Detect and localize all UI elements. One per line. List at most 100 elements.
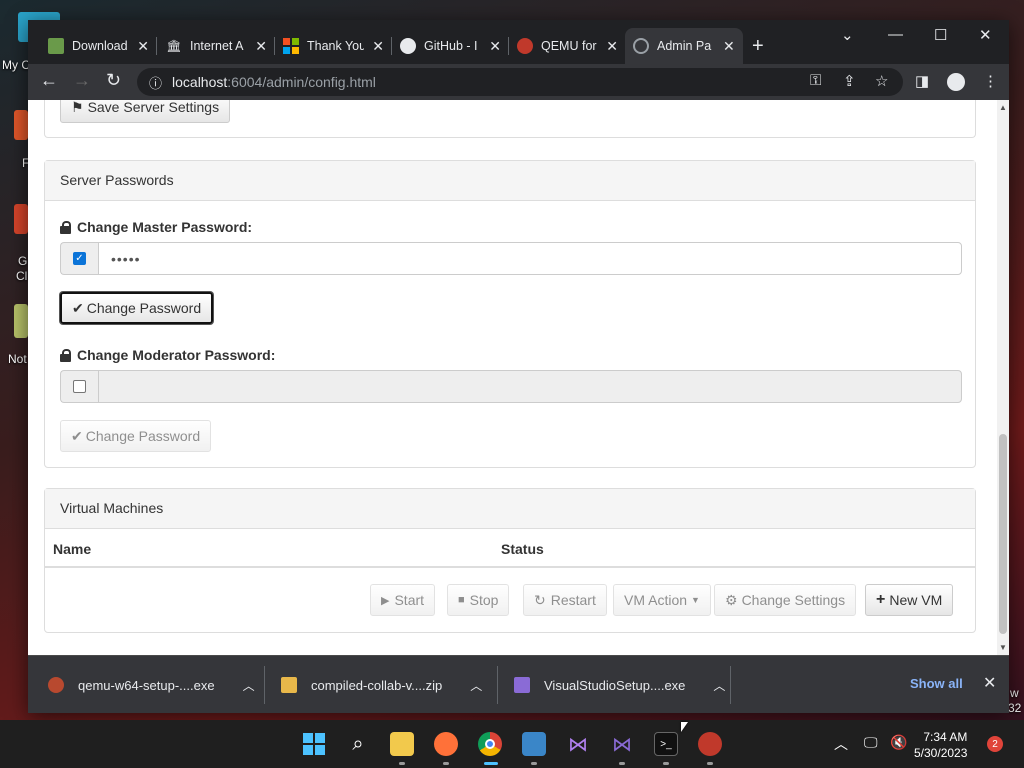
close-icon[interactable]: ✕	[255, 38, 267, 55]
minimize-icon[interactable]: —	[888, 26, 903, 43]
chevron-up-icon[interactable]: ︿	[834, 734, 848, 754]
tab-qemu[interactable]: QEMU for ✕	[509, 28, 626, 64]
restart-icon: ↻	[534, 591, 546, 608]
desktop-label: Cl	[16, 269, 28, 283]
qemu-installer-icon	[48, 677, 64, 693]
master-password-value: •••••	[111, 250, 141, 267]
vm-action-dropdown[interactable]: VM Action ▼	[613, 584, 711, 616]
close-icon[interactable]: ✕	[606, 38, 618, 55]
chevron-up-icon[interactable]: ︿	[243, 677, 255, 694]
close-downloads-icon[interactable]: ✕	[983, 673, 996, 693]
close-icon[interactable]: ✕	[372, 38, 384, 55]
plus-icon: +	[876, 591, 886, 608]
tab-title: Download	[72, 39, 128, 53]
tab-internet-archive[interactable]: 🏛 Internet A ✕	[158, 28, 275, 64]
server-passwords-heading: Server Passwords	[45, 161, 975, 201]
running-indicator	[663, 762, 669, 765]
control-panel-icon[interactable]	[522, 732, 546, 756]
address-bar[interactable]: ⓘ localhost:6004/admin/config.html	[137, 68, 903, 96]
tab-title: GitHub - I	[424, 39, 478, 53]
chevron-up-icon[interactable]: ︿	[713, 677, 725, 694]
column-name[interactable]: Name	[53, 541, 91, 557]
bookmark-star-icon[interactable]: ☆	[875, 72, 888, 90]
running-indicator	[443, 762, 449, 765]
checkmark-icon: ✔	[72, 299, 84, 316]
network-icon[interactable]: 🖵	[864, 734, 878, 751]
file-explorer-icon[interactable]	[390, 732, 414, 756]
master-password-input[interactable]: •••••	[98, 242, 962, 275]
chevron-up-icon[interactable]: ︿	[470, 677, 482, 694]
qemu-icon	[517, 38, 533, 54]
scroll-up-icon[interactable]: ▲	[999, 103, 1007, 112]
close-icon[interactable]: ✕	[489, 38, 501, 55]
close-icon[interactable]: ✕	[723, 38, 735, 55]
back-icon[interactable]: ←	[40, 70, 58, 91]
visual-studio-installer-icon[interactable]: ⋈	[610, 732, 634, 756]
restart-button[interactable]: ↻ Restart	[523, 584, 607, 616]
virtual-machines-heading: Virtual Machines	[45, 489, 975, 529]
desktop-icon-notepad[interactable]	[14, 304, 28, 338]
start-button[interactable]: ▶ Start	[370, 584, 436, 616]
checkmark-icon: ✔	[71, 427, 83, 444]
running-indicator	[619, 762, 625, 765]
key-icon[interactable]: ⚿	[810, 72, 821, 89]
restart-label: Restart	[550, 592, 596, 608]
change-settings-button[interactable]: ⚙ Change Settings	[714, 584, 857, 616]
page-scrollbar[interactable]: ▲ ▼	[997, 100, 1009, 655]
show-all-downloads-link[interactable]: Show all	[910, 676, 963, 691]
tab-title: Internet A	[190, 39, 244, 53]
close-icon[interactable]: ✕	[137, 38, 149, 55]
running-indicator	[707, 762, 713, 765]
change-moderator-password-button[interactable]: ✔ Change Password	[60, 420, 212, 452]
volume-muted-icon[interactable]: 🔇	[890, 734, 907, 751]
scrollbar-thumb[interactable]	[999, 434, 1007, 634]
tab-download[interactable]: Download ✕	[40, 28, 157, 64]
notification-badge[interactable]: 2	[987, 736, 1003, 752]
system-clock[interactable]: 7:34 AM 5/30/2023	[914, 729, 967, 761]
forward-icon[interactable]: →	[73, 70, 91, 91]
tab-search-icon[interactable]: ⌄	[841, 26, 854, 44]
browser-window: Download ✕ 🏛 Internet A ✕ Thank You ✕ Gi…	[28, 20, 1009, 713]
scroll-down-icon[interactable]: ▼	[999, 643, 1007, 652]
menu-icon[interactable]: ⋮	[983, 72, 998, 90]
profile-icon[interactable]	[947, 73, 965, 91]
info-icon[interactable]: ⓘ	[149, 73, 162, 92]
download-item[interactable]: compiled-collab-v....zip ︿	[281, 656, 482, 714]
window-close-icon[interactable]: ✕	[979, 26, 992, 44]
new-vm-button[interactable]: + New VM	[865, 584, 954, 616]
download-item[interactable]: VisualStudioSetup....exe ︿	[514, 656, 725, 714]
moderator-password-label-text: Change Moderator Password:	[77, 347, 276, 363]
desktop-icon-app[interactable]	[14, 110, 28, 140]
save-server-settings-button[interactable]: ⚑ Save Server Settings	[60, 100, 231, 123]
qemu-icon[interactable]	[698, 732, 722, 756]
moderator-password-input[interactable]	[98, 370, 962, 403]
server-settings-panel: ⚑ Save Server Settings	[44, 100, 976, 138]
chrome-icon[interactable]	[478, 732, 502, 756]
tab-github[interactable]: GitHub - I ✕	[392, 28, 509, 64]
change-master-password-button[interactable]: ✔ Change Password	[60, 292, 214, 324]
new-tab-icon[interactable]: +	[752, 35, 764, 58]
share-icon[interactable]: ⇪	[843, 72, 856, 90]
reload-icon[interactable]: ↻	[106, 70, 121, 91]
start-menu-icon[interactable]	[302, 732, 326, 756]
stop-button[interactable]: ■ Stop	[447, 584, 510, 616]
tab-thank-you[interactable]: Thank You ✕	[275, 28, 392, 64]
download-item[interactable]: qemu-w64-setup-....exe ︿	[48, 656, 255, 714]
taskbar: ⌕ ⋈ ⋈ >_ ︿ 🖵 🔇 7:34 AM 5/30/2023 2	[0, 720, 1024, 768]
search-icon[interactable]: ⌕	[346, 732, 370, 756]
running-indicator	[399, 762, 405, 765]
tab-admin-panel[interactable]: Admin Pa ✕	[625, 28, 743, 64]
column-status[interactable]: Status	[501, 541, 544, 557]
firefox-icon[interactable]	[434, 732, 458, 756]
moderator-password-checkbox[interactable]	[73, 380, 86, 393]
active-indicator	[484, 762, 498, 765]
master-password-checkbox[interactable]: ✓	[73, 252, 86, 265]
visual-studio-icon[interactable]: ⋈	[566, 732, 590, 756]
terminal-icon[interactable]: >_	[654, 732, 678, 756]
side-panel-icon[interactable]: ◨	[915, 72, 929, 90]
downloads-bar: qemu-w64-setup-....exe ︿ compiled-collab…	[28, 655, 1009, 713]
download-filename: qemu-w64-setup-....exe	[78, 677, 215, 693]
stop-label: Stop	[469, 592, 499, 608]
maximize-icon[interactable]: ☐	[934, 26, 947, 44]
desktop-icon-chrome[interactable]	[14, 204, 28, 234]
